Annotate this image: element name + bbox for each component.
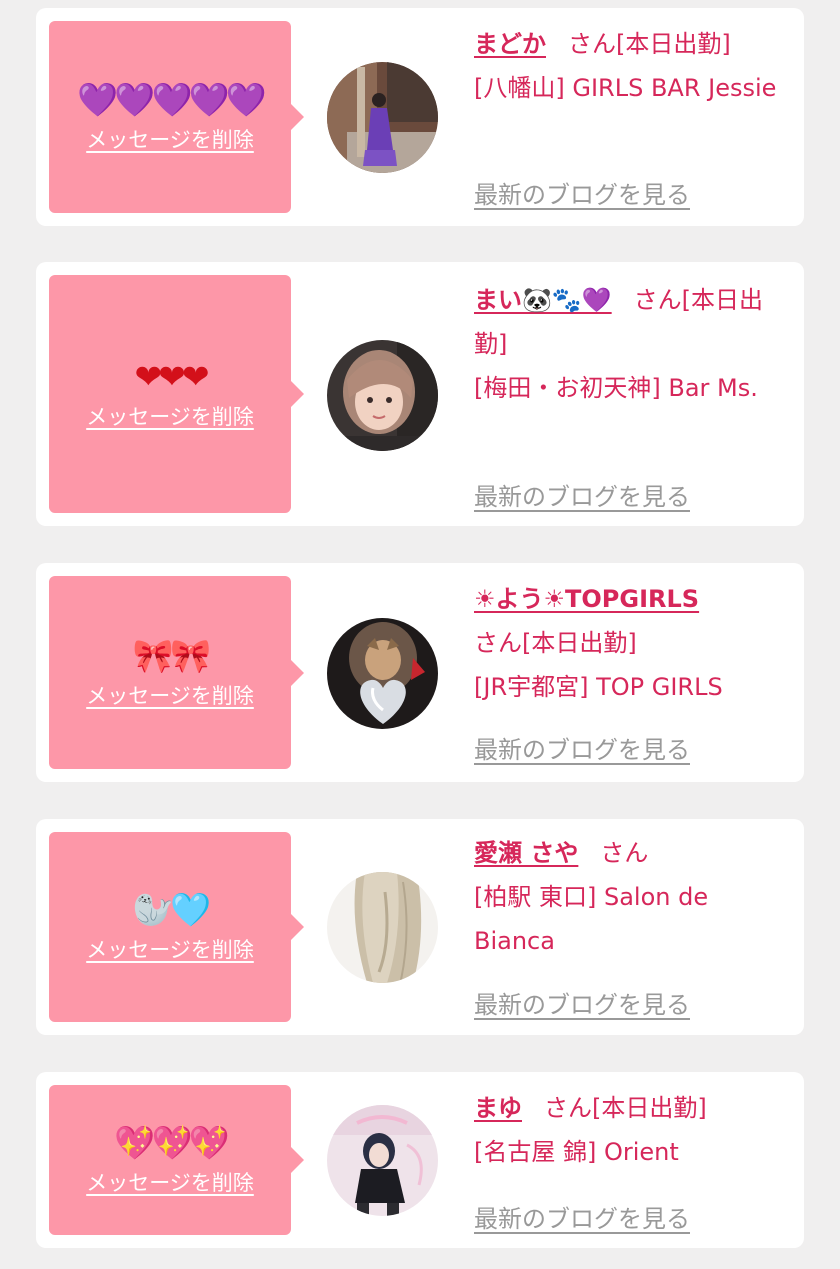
latest-blog-link[interactable]: 最新のブログを見る <box>474 730 690 765</box>
delete-message-link[interactable]: メッセージを削除 <box>86 680 254 710</box>
honorific: さん <box>544 1094 592 1122</box>
seal-icon: 🦭🩵 <box>132 890 211 929</box>
status-badge: [本日出勤] <box>522 629 637 657</box>
cast-name-link[interactable]: まゆ <box>474 1094 522 1122</box>
avatar[interactable] <box>327 872 438 983</box>
cast-info: ☀よう☀TOPGIRLS さん[本日出勤] [JR宇都宮] TOP GIRLS <box>474 577 779 709</box>
list-item: 🎀🎀 メッセージを削除 ☀よう☀TOPGIRLS さん[本日出勤] [JR宇都宮… <box>36 563 804 782</box>
avatar[interactable] <box>327 340 438 451</box>
message-bubble: 💜💜💜💜💜 メッセージを削除 <box>49 21 304 213</box>
cast-name-link[interactable]: まい🐼🐾💜 <box>474 286 612 314</box>
latest-blog-link[interactable]: 最新のブログを見る <box>474 477 690 512</box>
message-bubble: 🦭🩵 メッセージを削除 <box>49 832 304 1022</box>
delete-message-link[interactable]: メッセージを削除 <box>86 401 254 431</box>
honorific: さん <box>568 30 616 58</box>
cast-name-link[interactable]: 愛瀬 さや <box>474 839 578 867</box>
list-item: 💜💜💜💜💜 メッセージを削除 まどか さん[本日出勤] [八幡山] GIRLS B… <box>36 8 804 226</box>
status-badge: [本日出勤] <box>592 1094 707 1122</box>
shop-location: [八幡山] GIRLS BAR Jessie <box>474 74 777 102</box>
cast-name-link[interactable]: まどか <box>474 30 546 58</box>
shop-location: [名古屋 錦] Orient <box>474 1138 679 1166</box>
shop-location: [梅田・お初天神] Bar Ms. <box>474 374 758 402</box>
shop-location: [柏駅 東口] Salon de Bianca <box>474 883 709 955</box>
latest-blog-link[interactable]: 最新のブログを見る <box>474 175 690 210</box>
message-bubble: 💖💖💖 メッセージを削除 <box>49 1085 304 1235</box>
message-list: 💜💜💜💜💜 メッセージを削除 まどか さん[本日出勤] [八幡山] GIRLS B… <box>0 0 840 1269</box>
honorific: さん <box>600 839 649 867</box>
delete-message-link[interactable]: メッセージを削除 <box>86 934 254 964</box>
list-item: 🦭🩵 メッセージを削除 愛瀬 さや さん [柏駅 東口] Salon de Bia… <box>36 819 804 1035</box>
message-bubble: ❤❤❤ メッセージを削除 <box>49 275 304 513</box>
latest-blog-link[interactable]: 最新のブログを見る <box>474 985 690 1020</box>
honorific: さん <box>633 286 682 314</box>
cast-info: まい🐼🐾💜 さん[本日出勤] [梅田・お初天神] Bar Ms. <box>474 278 779 410</box>
delete-message-link[interactable]: メッセージを削除 <box>86 124 254 154</box>
status-badge: [本日出勤] <box>616 30 731 58</box>
purple-heart-icon: 💜💜💜💜💜 <box>77 80 266 119</box>
cast-name-link[interactable]: ☀よう☀TOPGIRLS <box>474 585 699 613</box>
latest-blog-link[interactable]: 最新のブログを見る <box>474 1199 690 1234</box>
cast-info: 愛瀬 さや さん [柏駅 東口] Salon de Bianca <box>474 831 779 963</box>
ribbon-icon: 🎀🎀 <box>132 635 211 675</box>
avatar[interactable] <box>327 1105 438 1216</box>
delete-message-link[interactable]: メッセージを削除 <box>86 1167 254 1197</box>
cast-info: まどか さん[本日出勤] [八幡山] GIRLS BAR Jessie <box>474 22 779 110</box>
message-bubble: 🎀🎀 メッセージを削除 <box>49 576 304 769</box>
avatar[interactable] <box>327 618 438 729</box>
sparkling-heart-icon: 💖💖💖 <box>114 1123 229 1162</box>
list-item: 💖💖💖 メッセージを削除 まゆ さん[本日出勤] [名古屋 錦] Orient 最… <box>36 1072 804 1248</box>
avatar[interactable] <box>327 62 438 173</box>
shop-location: [JR宇都宮] TOP GIRLS <box>474 673 723 701</box>
list-item: ❤❤❤ メッセージを削除 まい🐼🐾💜 さん[本日出勤] [梅田・お初天神] Bar… <box>36 262 804 526</box>
cast-info: まゆ さん[本日出勤] [名古屋 錦] Orient <box>474 1086 779 1174</box>
red-heart-icon: ❤❤❤ <box>134 357 210 396</box>
honorific: さん <box>474 629 522 657</box>
